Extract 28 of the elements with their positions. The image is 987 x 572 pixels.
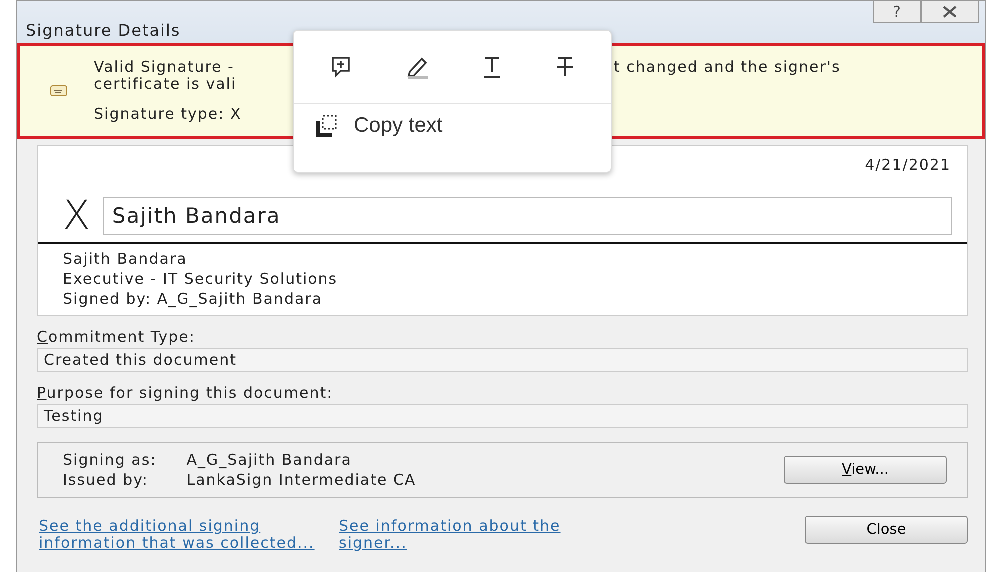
signature-x-mark: X <box>63 196 92 236</box>
signer-label: Signing as: <box>63 451 157 469</box>
close-icon[interactable] <box>921 1 979 23</box>
commitment-type-field: Created this document <box>37 348 968 372</box>
signature-icon <box>50 85 68 97</box>
close-button[interactable]: Close <box>805 516 968 544</box>
signer-name-field: Sajith Bandara <box>103 197 952 235</box>
banner-text: Valid Signature - <box>94 59 236 76</box>
purpose-field: Testing <box>37 404 968 428</box>
info-link[interactable]: See information about the signer... <box>339 518 609 552</box>
signature-type-text: Signature type: X <box>94 106 243 123</box>
signer-label: Issued by: <box>63 471 150 489</box>
window-title: Signature Details <box>25 20 181 40</box>
signer-info-text: Sajith Bandara <box>63 249 188 269</box>
banner-text: t changed and the signer's <box>614 59 841 76</box>
field-label: Commitment Type: <box>37 328 196 346</box>
copy-text-button[interactable]: Copy text <box>294 104 611 148</box>
signer-value: LankaSign Intermediate CA <box>186 471 416 489</box>
signer-value: A_G_Sajith Bandara <box>186 451 353 469</box>
signer-info-text: Executive - IT Security Solutions <box>63 269 339 289</box>
copy-icon <box>316 115 338 137</box>
field-label: Purpose for signing this document: <box>37 384 334 402</box>
info-link[interactable]: See the additional signing information that was collected... <box>39 518 319 552</box>
signature-date: 4/21/2021 <box>864 155 952 176</box>
help-button[interactable]: ? <box>873 1 921 23</box>
banner-text: certificate is vali <box>94 76 238 93</box>
view-button[interactable]: View... <box>784 456 947 484</box>
signer-info-text: Signed by: A_G_Sajith Bandara <box>63 289 324 309</box>
